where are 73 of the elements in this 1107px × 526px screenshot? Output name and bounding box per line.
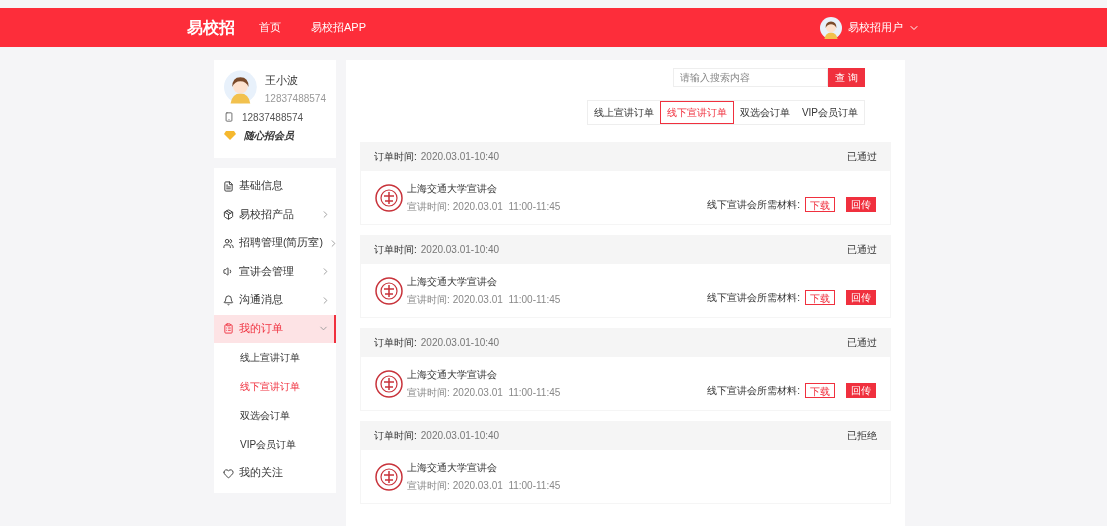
document-icon [223, 180, 234, 192]
logo[interactable]: 易校招 [187, 15, 235, 40]
heart-icon [223, 467, 234, 479]
order-tab[interactable]: VIP会员订单 [795, 101, 864, 124]
upload-button[interactable]: 回传 [846, 383, 876, 398]
order-title: 上海交通大学宣讲会 [407, 182, 498, 196]
talk-time: 2020.03.01 11:00-11:45 [452, 293, 561, 307]
order-title: 上海交通大学宣讲会 [407, 368, 498, 382]
order-title: 上海交通大学宣讲会 [407, 275, 498, 289]
order-tab[interactable]: 线下宣讲订单 [659, 101, 734, 124]
menu-item[interactable]: 招聘管理(简历室) [214, 229, 336, 258]
submenu-item[interactable]: VIP会员订单 [214, 430, 336, 459]
profile-name: 王小波 [264, 73, 299, 88]
talk-time: 2020.03.01 11:00-11:45 [452, 200, 561, 214]
university-seal-icon [375, 276, 403, 305]
talk-time-label: 宣讲时间: [407, 200, 450, 214]
submenu-item[interactable]: 双选会订单 [214, 401, 336, 430]
profile-phone: 12837488574 [242, 110, 304, 125]
materials-label: 线下宣讲会所需材料: [707, 384, 800, 398]
order-time: 2020.03.01-10:40 [420, 336, 501, 350]
talk-time-label: 宣讲时间: [407, 293, 450, 307]
menu-item[interactable]: 宣讲会管理 [214, 257, 336, 286]
order-time-label: 订单时间: [374, 336, 417, 350]
talk-time: 2020.03.01 11:00-11:45 [452, 479, 561, 493]
upload-button[interactable]: 回传 [846, 197, 876, 212]
university-seal-icon [375, 462, 403, 491]
talk-time-label: 宣讲时间: [407, 386, 450, 400]
materials-label: 线下宣讲会所需材料: [707, 198, 800, 212]
menu-item[interactable]: 基础信息 [214, 172, 336, 201]
order-status: 已拒绝 [847, 429, 877, 443]
profile-avatar [224, 70, 257, 104]
user-name[interactable]: 易校招用户 [848, 19, 903, 36]
talk-time: 2020.03.01 11:00-11:45 [452, 386, 561, 400]
menu-item[interactable]: 我的关注 [214, 459, 336, 488]
order-time: 2020.03.01-10:40 [420, 150, 501, 164]
profile-id: 12837488574 [264, 91, 326, 106]
talk-time-label: 宣讲时间: [407, 479, 450, 493]
submenu-item[interactable]: 线上宣讲订单 [214, 343, 336, 372]
box-icon [223, 209, 234, 221]
search-field[interactable]: 请输入搜索内容 [673, 68, 828, 87]
materials-label: 线下宣讲会所需材料: [707, 291, 800, 305]
order-time-label: 订单时间: [374, 150, 417, 164]
order-time: 2020.03.01-10:40 [420, 243, 501, 257]
order-title: 上海交通大学宣讲会 [407, 461, 498, 475]
order-time: 2020.03.01-10:40 [420, 429, 501, 443]
phone-icon [224, 112, 234, 122]
order-time-label: 订单时间: [374, 429, 417, 443]
clipboard-icon [223, 323, 234, 335]
user-avatar [820, 16, 842, 39]
search-button[interactable]: 查 询 [828, 68, 865, 87]
nav-link[interactable]: 首页 [259, 19, 281, 36]
download-button[interactable]: 下载 [805, 197, 835, 212]
order-tab[interactable]: 双选会订单 [733, 101, 796, 124]
diamond-icon [224, 130, 236, 140]
university-seal-icon [375, 369, 403, 398]
nav-link[interactable]: 易校招APP [311, 19, 366, 36]
people-icon [223, 237, 234, 249]
order-tab[interactable]: 线上宣讲订单 [587, 101, 660, 124]
submenu-item[interactable]: 线下宣讲订单 [214, 372, 336, 401]
download-button[interactable]: 下载 [805, 383, 835, 398]
upload-button[interactable]: 回传 [846, 290, 876, 305]
membership-label: 随心招会员 [244, 128, 294, 143]
download-button[interactable]: 下载 [805, 290, 835, 305]
order-status: 已通过 [847, 150, 877, 164]
bell-icon [223, 294, 234, 306]
order-time-label: 订单时间: [374, 243, 417, 257]
order-status: 已通过 [847, 336, 877, 350]
order-status: 已通过 [847, 243, 877, 257]
menu-item[interactable]: 易校招产品 [214, 200, 336, 229]
menu-item[interactable]: 沟通消息 [214, 286, 336, 315]
menu-item[interactable]: 我的订单 [214, 314, 336, 343]
speaker-icon [223, 266, 234, 278]
university-seal-icon [375, 183, 403, 212]
